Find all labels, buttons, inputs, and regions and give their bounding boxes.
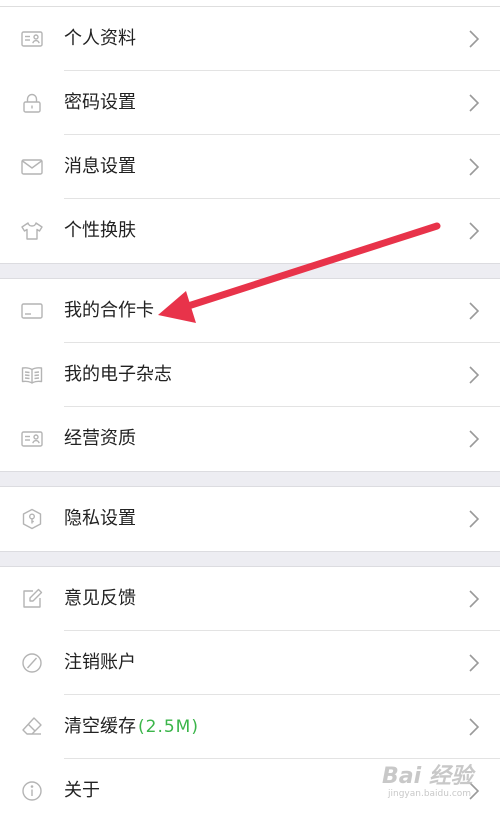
menu-item-label: 密码设置 bbox=[64, 92, 136, 113]
watermark-logo: Bai 经验 bbox=[382, 764, 473, 789]
watermark-url: jingyan.baidu.com bbox=[388, 789, 472, 799]
lock-icon bbox=[20, 91, 44, 115]
baidu-jingyan-watermark: Bai 经验 jingyan.baidu.com bbox=[382, 756, 492, 806]
menu-item-magazine[interactable]: 我的电子杂志 bbox=[0, 343, 500, 407]
id-card-icon bbox=[20, 27, 44, 51]
edit-note-icon bbox=[20, 587, 44, 611]
cache-size-badge: (2.5M) bbox=[138, 717, 199, 737]
chevron-right-icon bbox=[468, 221, 480, 241]
menu-item-password[interactable]: 密码设置 bbox=[0, 71, 500, 135]
menu-item-label: 隐私设置 bbox=[64, 508, 136, 529]
chevron-right-icon bbox=[468, 157, 480, 177]
menu-item-label: 个人资料 bbox=[64, 28, 136, 49]
prohibited-icon bbox=[20, 651, 44, 675]
shield-key-icon bbox=[20, 507, 44, 531]
menu-item-messages[interactable]: 消息设置 bbox=[0, 135, 500, 199]
menu-item-delete-account[interactable]: 注销账户 bbox=[0, 631, 500, 695]
menu-item-business-qualification[interactable]: 经营资质 bbox=[0, 407, 500, 471]
menu-item-label: 消息设置 bbox=[64, 156, 136, 177]
open-book-icon bbox=[20, 363, 44, 387]
menu-item-label: 我的合作卡 bbox=[64, 300, 154, 321]
id-card-icon bbox=[20, 427, 44, 451]
menu-item-clear-cache[interactable]: 清空缓存 (2.5M) bbox=[0, 695, 500, 759]
menu-item-feedback[interactable]: 意见反馈 bbox=[0, 567, 500, 631]
menu-item-label: 我的电子杂志 bbox=[64, 364, 172, 385]
shirt-icon bbox=[20, 219, 44, 243]
info-icon bbox=[20, 779, 44, 803]
menu-item-label: 个性换肤 bbox=[64, 220, 136, 241]
menu-item-label: 经营资质 bbox=[64, 428, 136, 449]
chevron-right-icon bbox=[468, 589, 480, 609]
eraser-icon bbox=[20, 715, 44, 739]
chevron-right-icon bbox=[468, 365, 480, 385]
settings-menu: 个人资料 密码设置 消息设置 个性换肤 我的合作卡 我的电子杂志 经营资质 隐私… bbox=[0, 0, 500, 823]
card-icon bbox=[20, 299, 44, 323]
chevron-right-icon bbox=[468, 29, 480, 49]
menu-item-label: 注销账户 bbox=[64, 652, 136, 673]
menu-item-skin[interactable]: 个性换肤 bbox=[0, 199, 500, 263]
chevron-right-icon bbox=[468, 429, 480, 449]
section-separator bbox=[0, 471, 500, 487]
menu-item-profile[interactable]: 个人资料 bbox=[0, 7, 500, 71]
menu-item-label: 意见反馈 bbox=[64, 588, 136, 609]
menu-item-privacy[interactable]: 隐私设置 bbox=[0, 487, 500, 551]
chevron-right-icon bbox=[468, 301, 480, 321]
menu-item-label: 关于 bbox=[64, 780, 100, 801]
chevron-right-icon bbox=[468, 509, 480, 529]
menu-item-partner-card[interactable]: 我的合作卡 bbox=[0, 279, 500, 343]
chevron-right-icon bbox=[468, 93, 480, 113]
envelope-icon bbox=[20, 155, 44, 179]
top-edge bbox=[0, 0, 500, 7]
section-separator bbox=[0, 263, 500, 279]
chevron-right-icon bbox=[468, 653, 480, 673]
menu-item-label-text: 清空缓存 bbox=[64, 716, 136, 737]
chevron-right-icon bbox=[468, 717, 480, 737]
section-separator bbox=[0, 551, 500, 567]
menu-item-label: 清空缓存 (2.5M) bbox=[64, 695, 199, 759]
